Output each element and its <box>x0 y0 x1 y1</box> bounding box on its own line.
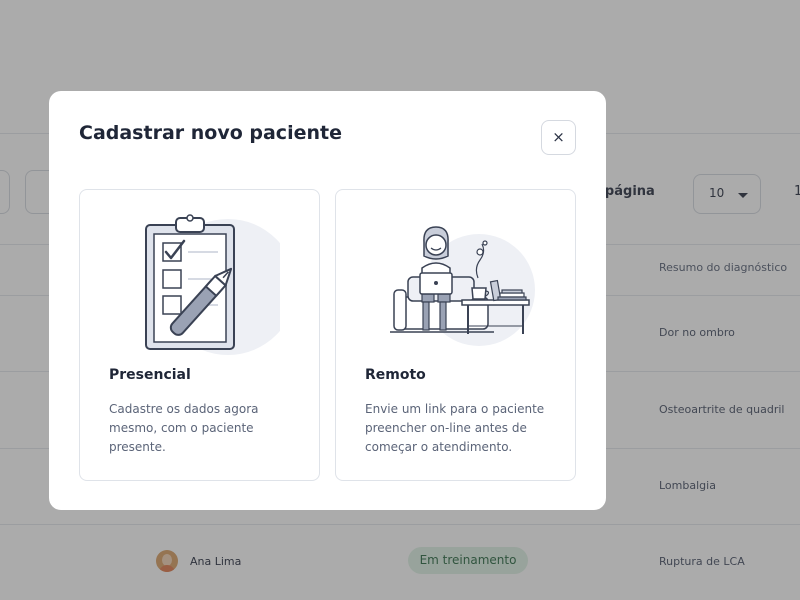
option-title: Presencial <box>109 367 191 383</box>
close-icon: × <box>552 128 565 146</box>
close-button[interactable]: × <box>541 120 576 155</box>
option-title: Remoto <box>365 367 426 383</box>
dialog-title: Cadastrar novo paciente <box>79 122 342 144</box>
person-with-laptop-illustration <box>390 226 535 346</box>
option-remoto[interactable]: Remoto Envie um link para o paciente pre… <box>335 189 576 481</box>
option-description: Envie um link para o paciente preencher … <box>365 402 545 454</box>
new-patient-dialog: Cadastrar novo paciente × Presencial Cad… <box>49 91 606 510</box>
option-presencial[interactable]: Presencial Cadastre os dados agora mesmo… <box>79 189 320 481</box>
option-description: Cadastre os dados agora mesmo, com o pac… <box>109 402 259 454</box>
clipboard-checklist-illustration <box>145 214 280 355</box>
